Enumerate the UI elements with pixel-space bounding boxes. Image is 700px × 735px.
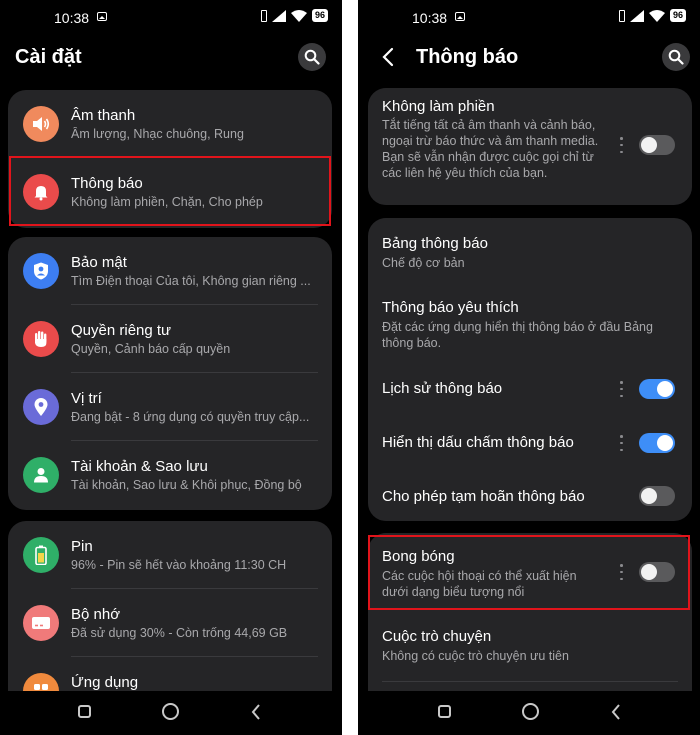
snooze-toggle[interactable] xyxy=(639,486,675,506)
battery-status-icon: 96 xyxy=(669,9,686,22)
notifications-screen: 10:38 96 Thông báo Không làm phiền Tắt t… xyxy=(358,0,700,735)
account-icon xyxy=(23,457,59,493)
item-subtitle: Không có cuộc trò chuyện ưu tiên xyxy=(382,649,569,663)
settings-item-subtitle: Đang bật - 8 ứng dụng có quyền truy cập.… xyxy=(71,410,310,424)
separator-dots xyxy=(620,381,623,397)
storage-icon xyxy=(23,605,59,641)
battery-icon xyxy=(23,537,59,573)
wifi-icon xyxy=(290,9,307,22)
status-icons: 96 xyxy=(260,9,328,22)
dnd-subtitle: Tắt tiếng tất cả âm thanh và cảnh báo, n… xyxy=(382,118,599,180)
status-bar: 10:38 96 xyxy=(0,0,342,36)
status-bar: 10:38 96 xyxy=(358,0,700,36)
page-title: Thông báo xyxy=(416,46,519,68)
signal-icon xyxy=(271,9,286,22)
home-button[interactable] xyxy=(522,703,539,720)
settings-screen: 10:38 96 Cài đặt Âm thanh Âm lượng, Nhạc… xyxy=(0,0,342,735)
wifi-icon xyxy=(648,9,665,22)
search-button[interactable] xyxy=(662,43,690,71)
notification-history-toggle[interactable] xyxy=(639,379,675,399)
settings-item-title: Quyền riêng tư xyxy=(71,322,172,339)
settings-item-subtitle: Quyền, Cảnh báo cấp quyền xyxy=(71,342,231,356)
recent-apps-button[interactable] xyxy=(438,705,451,718)
item-subtitle: Chế độ cơ bản xyxy=(382,256,465,270)
home-button[interactable] xyxy=(162,703,179,720)
highlight-bubbles xyxy=(368,535,690,610)
settings-item-storage[interactable]: Bộ nhớ Đã sử dụng 30% - Còn trống 44,69 … xyxy=(8,589,332,657)
settings-item-accounts[interactable]: Tài khoản & Sao lưu Tài khoản, Sao lưu &… xyxy=(8,441,332,509)
settings-item-location[interactable]: Vị trí Đang bật - 8 ứng dụng có quyền tr… xyxy=(8,373,332,441)
search-icon xyxy=(668,49,684,65)
notification-dots-toggle[interactable] xyxy=(639,433,675,453)
signal-icon xyxy=(629,9,644,22)
settings-item-title: Bộ nhớ xyxy=(71,606,121,623)
settings-item-subtitle: Tìm Điện thoại Của tôi, Không gian riêng… xyxy=(71,274,311,288)
highlight-notifications xyxy=(9,156,331,226)
settings-item-subtitle: Âm lượng, Nhạc chuông, Rung xyxy=(71,127,244,141)
settings-item-subtitle: 96% - Pin sẽ hết vào khoảng 11:30 CH xyxy=(71,558,287,572)
item-title: Lịch sử thông báo xyxy=(382,380,503,397)
settings-item-title: Âm thanh xyxy=(71,107,136,124)
item-title: Bảng thông báo xyxy=(382,235,488,252)
dnd-toggle[interactable] xyxy=(639,135,675,155)
favorite-notifications-item[interactable]: Thông báo yêu thích Đặt các ứng dụng hiể… xyxy=(368,282,692,362)
settings-item-title: Bảo mật xyxy=(71,254,127,271)
settings-item-title: Vị trí xyxy=(71,390,102,407)
gallery-notification-icon xyxy=(97,12,107,21)
notification-panel-item[interactable]: Bảng thông báo Chế độ cơ bản xyxy=(368,218,692,282)
back-arrow-icon xyxy=(382,47,394,67)
settings-item-privacy[interactable]: Quyền riêng tư Quyền, Cảnh báo cấp quyền xyxy=(8,305,332,373)
gallery-notification-icon xyxy=(455,12,465,21)
snooze-notifications-item[interactable]: Cho phép tạm hoãn thông báo xyxy=(368,470,692,521)
back-button[interactable] xyxy=(376,44,400,70)
settings-item-security[interactable]: Bảo mật Tìm Điện thoại Của tôi, Không gi… xyxy=(8,237,332,305)
item-title: Cho phép tạm hoãn thông báo xyxy=(382,488,585,505)
do-not-disturb-card[interactable]: Không làm phiền Tắt tiếng tất cả âm than… xyxy=(368,88,692,205)
dnd-title: Không làm phiền xyxy=(382,98,495,115)
settings-item-subtitle: Tài khoản, Sao lưu & Khôi phục, Đồng bộ xyxy=(71,478,302,492)
settings-item-title: Tài khoản & Sao lưu xyxy=(71,458,208,475)
settings-item-title: Pin xyxy=(71,538,93,555)
notification-history-item[interactable]: Lịch sử thông báo xyxy=(368,362,692,416)
item-title: Hiển thị dấu chấm thông báo xyxy=(382,434,574,451)
status-time: 10:38 xyxy=(412,10,448,26)
battery-status-icon: 96 xyxy=(311,9,328,22)
separator-dots xyxy=(620,137,623,153)
search-icon xyxy=(304,49,320,65)
divider xyxy=(382,681,678,682)
shield-user-icon xyxy=(23,253,59,289)
settings-item-title: Ứng dụng xyxy=(71,674,139,691)
back-nav-button[interactable] xyxy=(610,703,622,721)
settings-item-sound[interactable]: Âm thanh Âm lượng, Nhạc chuông, Rung xyxy=(8,90,332,158)
vibrate-icon xyxy=(618,9,625,22)
status-icons: 96 xyxy=(618,9,686,22)
settings-card-2: Bảo mật Tìm Điện thoại Của tôi, Không gi… xyxy=(8,237,332,510)
settings-item-battery[interactable]: Pin 96% - Pin sẽ hết vào khoảng 11:30 CH xyxy=(8,521,332,589)
recent-apps-button[interactable] xyxy=(78,705,91,718)
vibrate-icon xyxy=(260,9,267,22)
navigation-bar xyxy=(0,691,342,735)
speaker-icon xyxy=(23,106,59,142)
item-title: Cuộc trò chuyện xyxy=(382,628,492,645)
conversations-item[interactable]: Cuộc trò chuyện Không có cuộc trò chuyện… xyxy=(368,613,692,683)
navigation-bar xyxy=(358,691,700,735)
item-title: Thông báo yêu thích xyxy=(382,299,519,316)
location-pin-icon xyxy=(23,389,59,425)
separator-dots xyxy=(620,435,623,451)
notification-settings-card: Bảng thông báo Chế độ cơ bản Thông báo y… xyxy=(368,218,692,521)
search-button[interactable] xyxy=(298,43,326,71)
notification-dots-item[interactable]: Hiển thị dấu chấm thông báo xyxy=(368,416,692,470)
page-title: Cài đặt xyxy=(15,46,82,68)
item-subtitle: Đặt các ứng dụng hiển thị thông báo ở đầ… xyxy=(382,320,653,350)
status-time: 10:38 xyxy=(54,10,90,26)
settings-item-subtitle: Đã sử dụng 30% - Còn trống 44,69 GB xyxy=(71,626,288,640)
hand-icon xyxy=(23,321,59,357)
back-nav-button[interactable] xyxy=(250,703,262,721)
